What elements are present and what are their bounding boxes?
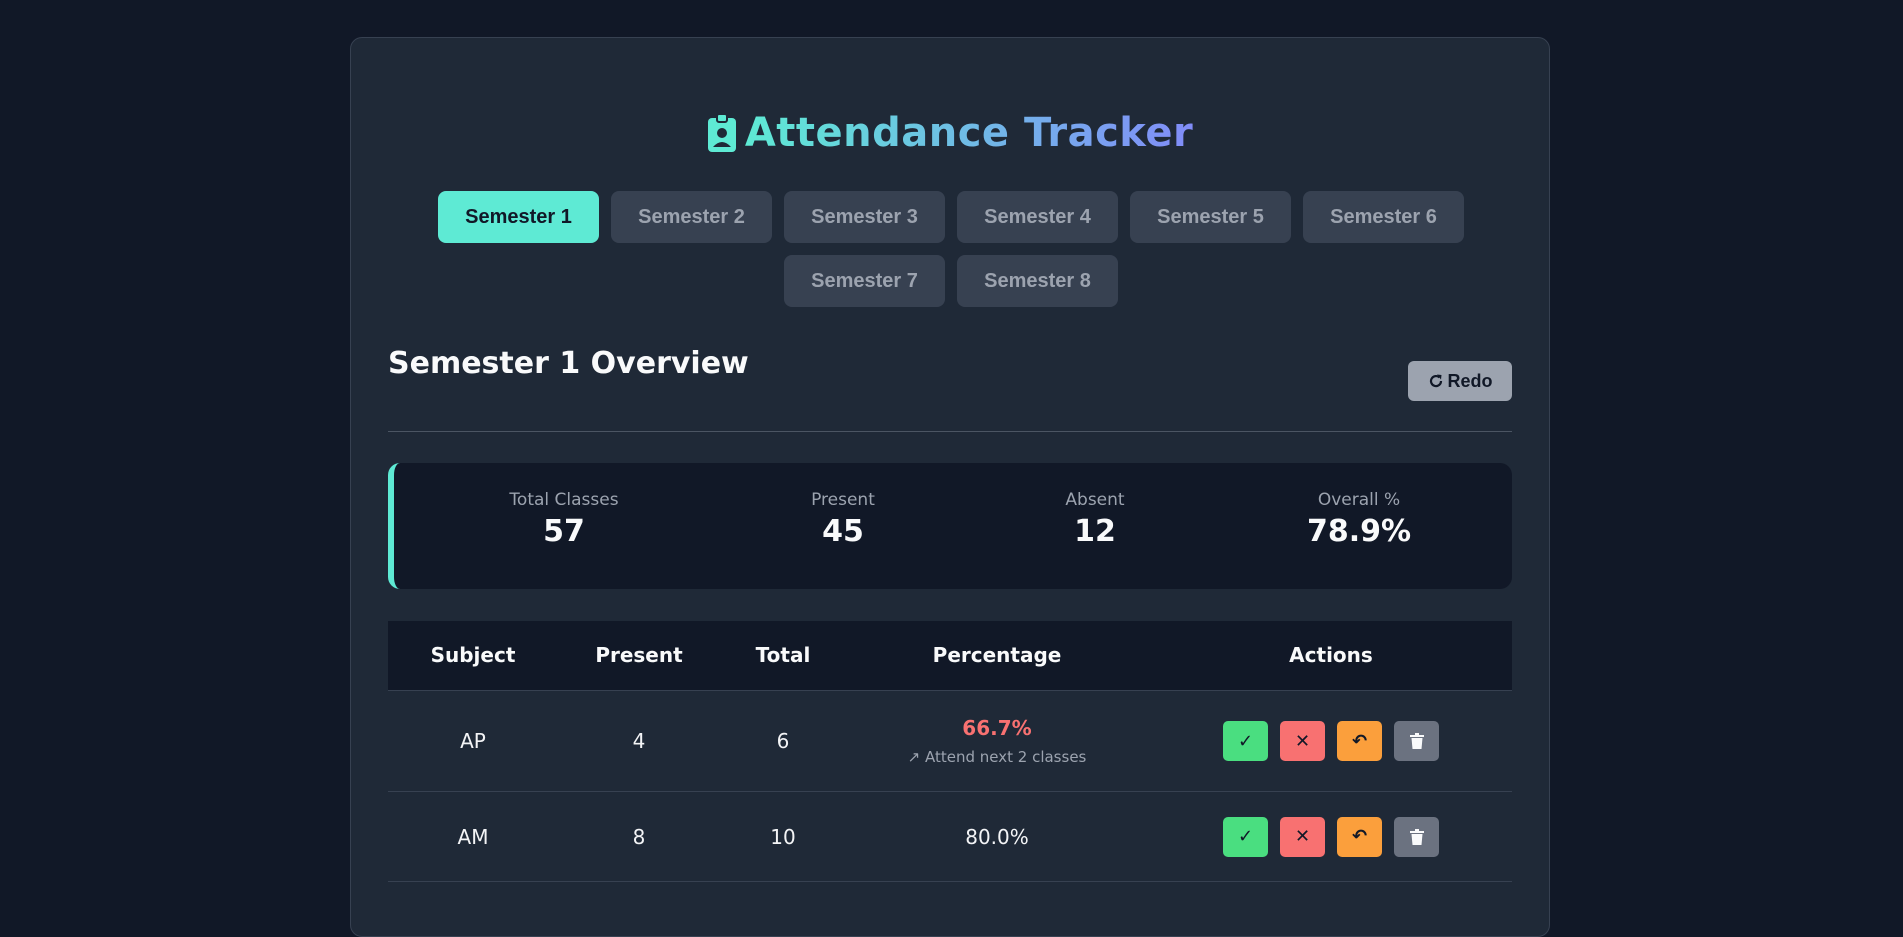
table-row: AP 4 6 66.7% ↗ Attend next 2 classes ✓ ✕… xyxy=(388,691,1512,792)
table-row: AM 8 10 80.0% ✓ ✕ ↶ xyxy=(388,792,1512,882)
undo-button[interactable]: ↶ xyxy=(1337,721,1382,761)
mark-present-button[interactable]: ✓ xyxy=(1223,721,1268,761)
trash-icon xyxy=(1409,733,1424,749)
undo-icon: ↶ xyxy=(1351,730,1368,752)
trending-up-icon: ↗ xyxy=(907,748,921,766)
header-total: Total xyxy=(755,643,811,667)
stat-value: 45 xyxy=(822,514,864,549)
attendance-table: Subject Present Total Percentage Actions… xyxy=(388,621,1512,882)
tab-semester-5[interactable]: Semester 5 xyxy=(1130,191,1291,243)
stat-value: 78.9% xyxy=(1306,514,1412,549)
header-percentage: Percentage xyxy=(932,643,1062,667)
redo-button[interactable]: Redo xyxy=(1408,361,1512,401)
percentage-value: 66.7% xyxy=(962,716,1032,740)
check-icon: ✓ xyxy=(1237,730,1254,752)
stat-value: 12 xyxy=(1074,514,1116,549)
tracker-card: Attendance Tracker Semester 1 Semester 2… xyxy=(350,37,1550,937)
stat-value: 57 xyxy=(543,514,585,549)
app-title: Attendance Tracker xyxy=(351,110,1549,156)
tab-semester-8[interactable]: Semester 8 xyxy=(957,255,1118,307)
tab-semester-3[interactable]: Semester 3 xyxy=(784,191,945,243)
overview-title: Semester 1 Overview xyxy=(388,346,749,381)
stat-overall-percent: Overall % 78.9% xyxy=(1249,490,1469,549)
stats-summary: Total Classes 57 Present 45 Absent 12 Ov… xyxy=(388,463,1512,589)
x-icon: ✕ xyxy=(1294,730,1311,752)
redo-label: Redo xyxy=(1447,370,1493,391)
hint-text: Attend next 2 classes xyxy=(924,748,1087,766)
delete-button[interactable] xyxy=(1394,721,1439,761)
tab-semester-6[interactable]: Semester 6 xyxy=(1303,191,1464,243)
undo-button[interactable]: ↶ xyxy=(1337,816,1382,857)
table-header: Subject Present Total Percentage Actions xyxy=(388,621,1512,691)
tab-semester-1[interactable]: Semester 1 xyxy=(438,191,599,243)
check-icon: ✓ xyxy=(1237,826,1254,847)
app-title-text: Attendance Tracker xyxy=(744,110,1194,156)
percentage-value: 80.0% xyxy=(965,824,1029,849)
mark-absent-button[interactable]: ✕ xyxy=(1280,816,1325,857)
id-badge-icon xyxy=(707,113,736,152)
stat-present: Present 45 xyxy=(733,490,953,549)
x-icon: ✕ xyxy=(1294,826,1311,847)
row-actions: ✓ ✕ ↶ xyxy=(1201,691,1461,791)
stat-label: Total Classes xyxy=(509,490,619,510)
attendance-hint: ↗ Attend next 2 classes xyxy=(908,748,1087,766)
stat-label: Present xyxy=(811,490,875,510)
section-divider xyxy=(388,431,1512,432)
delete-button[interactable] xyxy=(1394,816,1439,857)
redo-icon xyxy=(1429,374,1442,388)
mark-present-button[interactable]: ✓ xyxy=(1223,816,1268,857)
stat-label: Absent xyxy=(1065,490,1125,510)
trash-icon xyxy=(1409,828,1424,845)
tab-semester-7[interactable]: Semester 7 xyxy=(784,255,945,307)
tab-semester-4[interactable]: Semester 4 xyxy=(957,191,1118,243)
stat-absent: Absent 12 xyxy=(985,490,1205,549)
stat-label: Overall % xyxy=(1317,490,1401,510)
mark-absent-button[interactable]: ✕ xyxy=(1280,721,1325,761)
stat-total-classes: Total Classes 57 xyxy=(454,490,674,549)
undo-icon: ↶ xyxy=(1351,826,1368,847)
header-actions: Actions xyxy=(1289,643,1373,667)
tab-semester-2[interactable]: Semester 2 xyxy=(611,191,772,243)
cell-percentage: 66.7% ↗ Attend next 2 classes xyxy=(847,691,1147,791)
semester-tabs: Semester 1 Semester 2 Semester 3 Semeste… xyxy=(436,191,1466,307)
